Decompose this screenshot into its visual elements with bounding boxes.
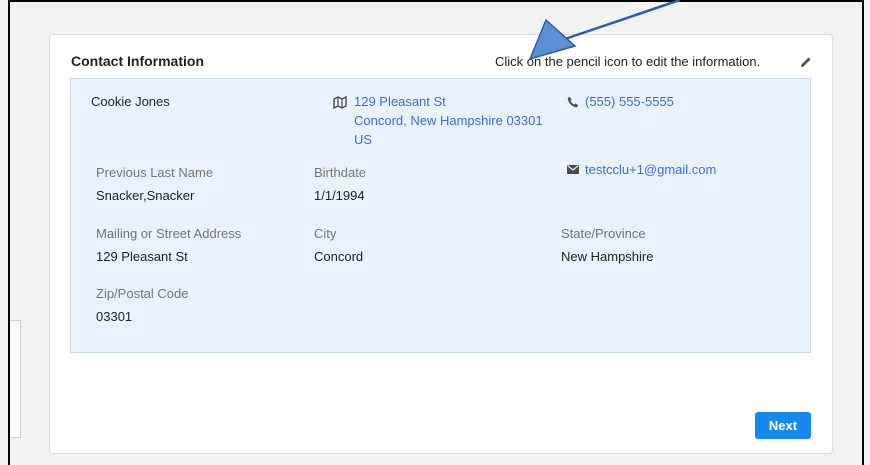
- contact-information-card: Contact Information Click on the pencil …: [49, 34, 833, 454]
- map-icon: [333, 96, 347, 109]
- city-label: City: [314, 226, 337, 241]
- state-value: New Hampshire: [561, 249, 654, 264]
- previous-last-name-label: Previous Last Name: [96, 165, 214, 180]
- mailing-address-label: Mailing or Street Address: [96, 226, 242, 241]
- mail-icon: [567, 165, 579, 174]
- pencil-icon[interactable]: [800, 56, 812, 68]
- phone-link[interactable]: (555) 555-5555: [585, 92, 674, 111]
- birthdate-label: Birthdate: [314, 165, 367, 180]
- side-panel-edge: [10, 320, 21, 438]
- zip-label: Zip/Postal Code: [96, 286, 189, 301]
- state-label: State/Province: [561, 226, 646, 241]
- address-line-1-link[interactable]: 129 Pleasant St: [354, 92, 446, 111]
- mailing-address-value: 129 Pleasant St: [96, 249, 188, 264]
- phone-icon: [567, 96, 579, 108]
- edit-hint-text: Click on the pencil icon to edit the inf…: [495, 54, 761, 69]
- birthdate-value: 1/1/1994: [314, 188, 365, 203]
- address-line-3-link[interactable]: US: [354, 130, 372, 149]
- zip-value: 03301: [96, 309, 133, 324]
- previous-last-name-value: Snacker,Snacker: [96, 188, 195, 203]
- contact-details-panel: Cookie Jones 129 Pleasant St Concord, Ne…: [70, 78, 811, 353]
- email-link[interactable]: testcclu+1@gmail.com: [585, 160, 716, 179]
- next-button[interactable]: Next: [755, 412, 811, 439]
- contact-name: Cookie Jones: [91, 94, 170, 109]
- address-line-2-link[interactable]: Concord, New Hampshire 03301: [354, 111, 543, 130]
- card-title: Contact Information: [71, 53, 204, 69]
- city-value: Concord: [314, 249, 364, 264]
